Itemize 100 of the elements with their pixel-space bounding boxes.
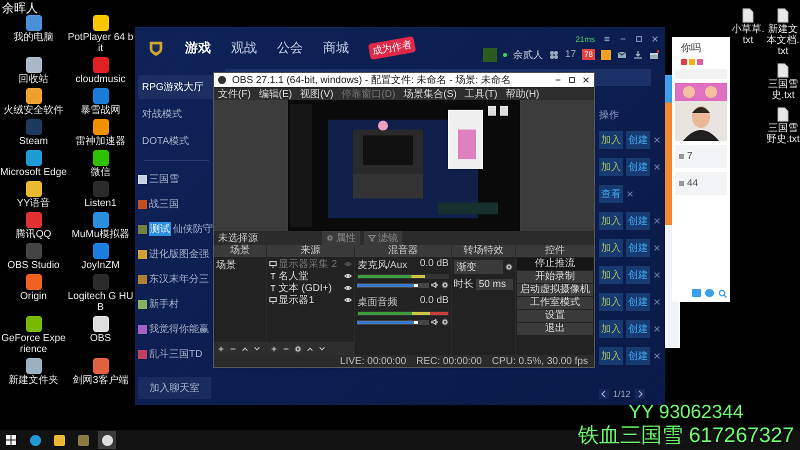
app-icon[interactable] xyxy=(26,181,42,197)
action-button[interactable]: 加入 xyxy=(599,266,623,284)
game-name[interactable]: 进化版图金强 xyxy=(149,247,209,261)
menu-item[interactable]: 视图(V) xyxy=(300,86,334,100)
add-icon[interactable] xyxy=(217,344,225,352)
control-button[interactable]: 退出 xyxy=(517,323,593,335)
action-button[interactable]: 加入 xyxy=(599,212,623,230)
action-button[interactable]: 创建 xyxy=(626,320,650,338)
app-icon[interactable] xyxy=(26,57,42,73)
settings-icon[interactable] xyxy=(440,318,449,326)
duration-field[interactable]: 50 ms xyxy=(476,278,514,290)
app-icon[interactable] xyxy=(26,88,42,104)
gift-icon[interactable] xyxy=(649,50,659,60)
nav-tab[interactable]: 游戏 xyxy=(185,39,211,57)
menu-item[interactable]: 文件(F) xyxy=(218,86,251,100)
source-item[interactable]: 文本 (GDI+) xyxy=(278,281,342,295)
control-button[interactable]: 停止推流 xyxy=(517,258,593,270)
nav-tab[interactable]: 公会 xyxy=(277,39,303,57)
source-item[interactable]: 显示器1 xyxy=(278,293,342,307)
promo-badge[interactable]: 成为作者 xyxy=(368,36,416,60)
app-icon[interactable] xyxy=(92,212,108,228)
action-button[interactable]: 创建 xyxy=(626,131,650,149)
taskbar-app[interactable] xyxy=(98,431,116,449)
document-icon[interactable] xyxy=(777,107,789,122)
app-icon[interactable] xyxy=(26,316,42,332)
action-button[interactable]: 加入 xyxy=(599,239,623,257)
maximize-button[interactable] xyxy=(635,35,643,43)
menu-item[interactable]: 编辑(E) xyxy=(258,86,292,100)
menu-item[interactable]: 工具(T) xyxy=(464,86,498,100)
volume-slider[interactable] xyxy=(357,282,429,288)
search-icon[interactable] xyxy=(718,289,727,298)
maximize-button[interactable] xyxy=(568,76,576,84)
game-name[interactable]: 新手村 xyxy=(149,297,179,311)
app-icon[interactable] xyxy=(92,316,108,332)
camera-icon[interactable] xyxy=(705,289,714,297)
mail-icon[interactable] xyxy=(617,50,627,60)
user-name[interactable]: 余贰人 xyxy=(512,48,543,62)
close-button[interactable] xyxy=(651,35,659,43)
close-icon[interactable] xyxy=(653,271,661,279)
message-icon[interactable] xyxy=(601,50,611,60)
add-icon[interactable] xyxy=(270,344,278,352)
close-icon[interactable] xyxy=(653,163,661,171)
action-button[interactable]: 查看 xyxy=(599,185,623,203)
list-row[interactable]: 44 xyxy=(675,172,727,195)
app-icon[interactable] xyxy=(92,150,108,166)
game-name[interactable]: 东汉末年分三 xyxy=(149,272,209,286)
settings-icon[interactable] xyxy=(440,281,449,289)
sidebar-item[interactable]: RPG游戏大厅 xyxy=(138,75,215,99)
menu-item[interactable]: 场景集合(S) xyxy=(403,86,457,100)
close-icon[interactable] xyxy=(653,325,661,333)
document-icon[interactable] xyxy=(777,8,789,23)
join-chat-button[interactable]: 加入聊天室 xyxy=(138,377,211,399)
action-button[interactable]: 加入 xyxy=(599,293,623,311)
document-icon[interactable] xyxy=(777,63,789,78)
source-item[interactable]: 名人堂 xyxy=(278,269,342,283)
settings-icon[interactable] xyxy=(294,344,302,352)
down-icon[interactable] xyxy=(318,344,326,352)
close-icon[interactable] xyxy=(653,298,661,306)
next-button[interactable] xyxy=(634,389,645,399)
control-button[interactable]: 开始录制 xyxy=(517,271,593,283)
close-icon[interactable] xyxy=(653,136,661,144)
control-button[interactable]: 设置 xyxy=(517,310,593,322)
close-icon[interactable] xyxy=(653,244,661,252)
previous-button[interactable] xyxy=(599,389,609,399)
action-button[interactable]: 创建 xyxy=(626,212,650,230)
control-button[interactable]: 工作室模式 xyxy=(517,297,593,309)
action-button[interactable]: 加入 xyxy=(599,158,623,176)
document-icon[interactable] xyxy=(742,8,754,23)
scene-item[interactable]: 场景 xyxy=(216,258,264,272)
action-button[interactable]: 加入 xyxy=(599,320,623,338)
menu-item[interactable]: 帮助(H) xyxy=(505,86,540,100)
close-icon[interactable] xyxy=(626,190,634,198)
nav-tab[interactable]: 商城 xyxy=(323,39,349,57)
action-button[interactable]: 创建 xyxy=(626,158,650,176)
down-icon[interactable] xyxy=(253,344,261,352)
sidebar-item[interactable]: 对战模式 xyxy=(138,102,215,126)
transition-dropdown[interactable]: 渐变 xyxy=(454,260,504,274)
speaker-icon[interactable] xyxy=(430,281,439,289)
download-icon[interactable] xyxy=(633,50,643,60)
close-button[interactable] xyxy=(582,76,590,84)
game-name[interactable]: 乱斗三国TD xyxy=(149,347,202,361)
sidebar-item[interactable]: DOTA模式 xyxy=(138,129,215,153)
source-item[interactable]: 显示器采集 2 xyxy=(278,257,342,271)
action-button[interactable]: 创建 xyxy=(626,347,650,365)
action-button[interactable]: 创建 xyxy=(626,239,650,257)
list-row[interactable]: 7 xyxy=(675,145,727,168)
action-button[interactable]: 加入 xyxy=(599,347,623,365)
close-icon[interactable] xyxy=(653,352,661,360)
action-button[interactable]: 创建 xyxy=(626,266,650,284)
game-name[interactable]: 仙侠防守 xyxy=(173,222,213,236)
app-icon[interactable] xyxy=(92,119,108,135)
app-icon[interactable] xyxy=(26,150,42,166)
game-name[interactable]: 我觉得你能赢 xyxy=(149,322,209,336)
windows-start-icon[interactable] xyxy=(6,435,16,445)
menu-icon[interactable] xyxy=(603,35,611,43)
settings-icon[interactable] xyxy=(505,263,514,271)
app-icon[interactable] xyxy=(26,274,42,290)
action-button[interactable]: 加入 xyxy=(599,131,623,149)
volume-slider[interactable] xyxy=(357,320,429,324)
nav-tab[interactable]: 观战 xyxy=(231,39,257,57)
